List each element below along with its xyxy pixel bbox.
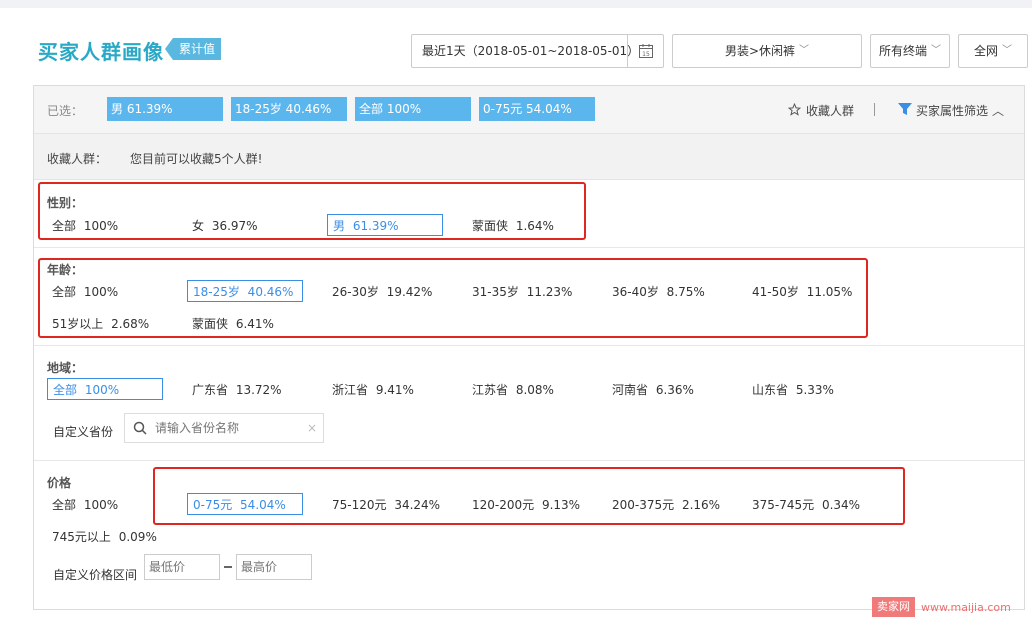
category-label: 男装>休闲裤 [724, 44, 796, 58]
watermark-logo: 卖家网 [872, 597, 915, 617]
terminal-label: 所有终端 [879, 44, 928, 58]
chevron-up-icon: ︿ [992, 104, 1005, 118]
buyer-attr-filter-toggle[interactable]: 买家属性筛选 ︿ [898, 102, 1004, 119]
price-range-separator [224, 566, 232, 568]
highlight-box-gender [38, 182, 586, 240]
region-option-jiangsu[interactable]: 江苏省 8.08% [467, 379, 554, 401]
date-range-picker[interactable]: 最近1天（2018-05-01~2018-05-01） 15 [411, 34, 664, 68]
max-price-input[interactable] [236, 554, 312, 580]
price-option-745-plus[interactable]: 745元以上 0.09% [47, 526, 157, 548]
region-option-guangdong[interactable]: 广东省 13.72% [187, 379, 282, 401]
cumulative-badge: 累计值 [165, 38, 222, 60]
custom-price-label: 自定义价格区间 [53, 568, 138, 582]
buyer-attr-filter-label: 买家属性筛选 [916, 104, 989, 118]
favorites-label: 收藏人群： [47, 152, 108, 166]
star-icon [787, 102, 802, 119]
terminal-dropdown[interactable]: 所有终端 ﹀ [870, 34, 950, 68]
province-search-input[interactable] [155, 421, 305, 435]
filter-panel: 已选： 男 61.39% 18-25岁 40.46% 全部 100% 0-75元… [33, 85, 1025, 610]
header: 买家人群画像 累计值 最近1天（2018-05-01~2018-05-01） 1… [0, 8, 1032, 84]
highlight-box-price [153, 467, 905, 525]
watermark: 卖家网 www.maijia.com [872, 597, 1011, 617]
highlight-box-age [38, 258, 868, 338]
region-option-shandong[interactable]: 山东省 5.33% [747, 379, 834, 401]
selected-bar: 已选： 男 61.39% 18-25岁 40.46% 全部 100% 0-75元… [34, 86, 1024, 134]
clear-icon[interactable]: × [307, 421, 317, 435]
region-option-zhejiang[interactable]: 浙江省 9.41% [327, 379, 414, 401]
price-title: 价格 [47, 476, 72, 490]
custom-province-label: 自定义省份 [53, 425, 114, 439]
region-section: 地域： 全部 100% 广东省 13.72% 浙江省 9.41% 江苏省 8.0… [34, 347, 1024, 461]
selected-chip-price[interactable]: 0-75元 54.04% [479, 97, 595, 121]
save-crowd-label: 收藏人群 [806, 104, 855, 118]
page-title: 买家人群画像 [38, 40, 164, 64]
chevron-down-icon: ﹀ [799, 45, 810, 56]
favorites-row: 收藏人群： 您目前可以收藏5个人群! [34, 134, 1024, 180]
category-dropdown[interactable]: 男装>休闲裤 ﹀ [672, 34, 862, 68]
save-crowd-button[interactable]: 收藏人群 [787, 102, 855, 119]
network-label: 全网 [973, 44, 998, 58]
search-icon [133, 421, 147, 435]
selected-chip-age[interactable]: 18-25岁 40.46% [231, 97, 347, 121]
network-dropdown[interactable]: 全网 ﹀ [958, 34, 1028, 68]
watermark-url: www.maijia.com [921, 600, 1011, 614]
favorites-note: 您目前可以收藏5个人群! [130, 152, 263, 166]
calendar-day: 15 [642, 51, 650, 58]
min-price-input[interactable] [144, 554, 220, 580]
selected-chip-region[interactable]: 全部 100% [355, 97, 471, 121]
region-option-henan[interactable]: 河南省 6.36% [607, 379, 694, 401]
price-option-all[interactable]: 全部 100% [47, 494, 118, 516]
calendar-icon[interactable]: 15 [627, 35, 663, 67]
selected-chip-gender[interactable]: 男 61.39% [107, 97, 223, 121]
region-option-all[interactable]: 全部 100% [47, 378, 163, 400]
chevron-down-icon: ﹀ [1002, 45, 1012, 56]
province-search-box[interactable]: × [124, 413, 324, 443]
divider [874, 103, 875, 116]
chevron-down-icon: ﹀ [931, 45, 942, 56]
top-strip [0, 0, 1032, 8]
funnel-icon [898, 102, 912, 119]
region-title: 地域： [47, 361, 84, 375]
selected-label: 已选： [47, 104, 84, 118]
date-range-label: 最近1天（2018-05-01~2018-05-01） [422, 44, 640, 58]
